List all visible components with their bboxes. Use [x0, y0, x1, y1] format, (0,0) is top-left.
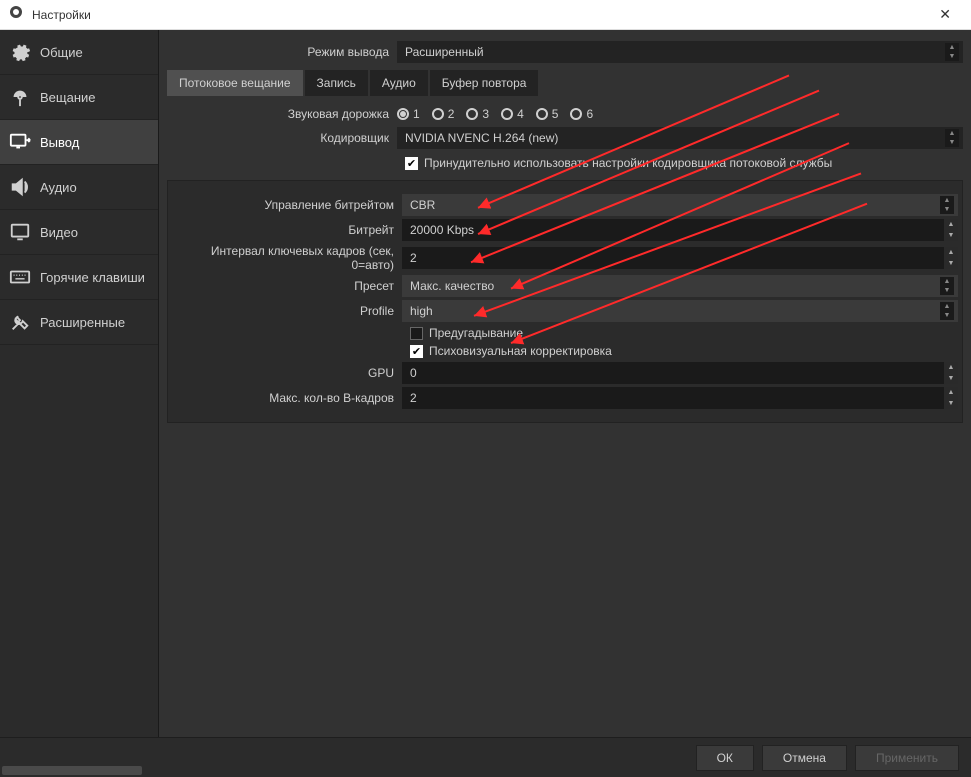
settings-window: Настройки ✕ Общие Вещание Вывод [0, 0, 971, 777]
output-tabs: Потоковое вещание Запись Аудио Буфер пов… [167, 70, 963, 96]
encoder-value: NVIDIA NVENC H.264 (new) [405, 131, 558, 145]
sidebar-item-label: Вещание [40, 90, 96, 105]
bframes-label: Макс. кол-во B-кадров [172, 391, 402, 405]
sidebar-item-general[interactable]: Общие [0, 30, 158, 75]
sidebar-item-label: Горячие клавиши [40, 270, 145, 285]
gear-icon [8, 40, 32, 64]
keyint-value: 2 [410, 251, 417, 265]
sidebar-item-label: Вывод [40, 135, 79, 150]
speaker-icon [8, 175, 32, 199]
chevron-up-icon[interactable]: ▲ [945, 43, 959, 52]
sidebar-item-output[interactable]: Вывод [0, 120, 158, 165]
sidebar-item-hotkeys[interactable]: Горячие клавиши [0, 255, 158, 300]
lookahead-checkbox[interactable] [410, 327, 423, 340]
close-icon[interactable]: ✕ [927, 2, 963, 27]
monitor-icon [8, 220, 32, 244]
chevron-up-icon[interactable]: ▲ [940, 277, 954, 286]
encoder-label: Кодировщик [167, 131, 397, 145]
sidebar-item-label: Общие [40, 45, 83, 60]
lookahead-label: Предугадывание [429, 326, 523, 340]
sidebar-item-label: Расширенные [40, 315, 125, 330]
psycho-label: Психовизуальная корректировка [429, 344, 612, 358]
output-mode-select[interactable]: Расширенный ▲▼ [397, 41, 963, 63]
gpu-label: GPU [172, 366, 402, 380]
cancel-button[interactable]: Отмена [762, 745, 847, 771]
output-mode-value: Расширенный [405, 45, 484, 59]
keyboard-icon [8, 265, 32, 289]
spin-down-icon[interactable]: ▼ [944, 373, 958, 384]
chevron-down-icon[interactable]: ▼ [940, 286, 954, 295]
audio-track-4[interactable]: 4 [501, 107, 524, 121]
tab-recording[interactable]: Запись [305, 70, 368, 96]
content-pane: Режим вывода Расширенный ▲▼ Потоковое ве… [159, 30, 971, 737]
preset-select[interactable]: Макс. качество ▲▼ [402, 275, 958, 297]
spin-down-icon[interactable]: ▼ [944, 258, 958, 269]
sidebar-item-stream[interactable]: Вещание [0, 75, 158, 120]
app-icon [8, 4, 24, 25]
bframes-value: 2 [410, 391, 417, 405]
sidebar: Общие Вещание Вывод Аудио Видео [0, 30, 159, 737]
spin-down-icon[interactable]: ▼ [944, 230, 958, 241]
output-mode-label: Режим вывода [167, 45, 397, 59]
audio-track-6[interactable]: 6 [570, 107, 593, 121]
spin-up-icon[interactable]: ▲ [944, 362, 958, 373]
spin-up-icon[interactable]: ▲ [944, 219, 958, 230]
keyint-label: Интервал ключевых кадров (сек, 0=авто) [172, 244, 402, 272]
audio-track-2[interactable]: 2 [432, 107, 455, 121]
tab-replay-buffer[interactable]: Буфер повтора [430, 70, 539, 96]
chevron-up-icon[interactable]: ▲ [945, 129, 959, 138]
ok-button[interactable]: ОК [696, 745, 754, 771]
enforce-encoder-label: Принудительно использовать настройки код… [424, 156, 832, 170]
enforce-encoder-checkbox[interactable]: ✔ [405, 157, 418, 170]
encoder-select[interactable]: NVIDIA NVENC H.264 (new) ▲▼ [397, 127, 963, 149]
gpu-value: 0 [410, 366, 417, 380]
tab-audio[interactable]: Аудио [370, 70, 428, 96]
audio-track-5[interactable]: 5 [536, 107, 559, 121]
rate-control-value: CBR [410, 198, 435, 212]
chevron-up-icon[interactable]: ▲ [940, 196, 954, 205]
chevron-down-icon[interactable]: ▼ [940, 311, 954, 320]
chevron-down-icon[interactable]: ▼ [945, 138, 959, 147]
sidebar-item-label: Аудио [40, 180, 77, 195]
chevron-up-icon[interactable]: ▲ [940, 302, 954, 311]
profile-select[interactable]: high ▲▼ [402, 300, 958, 322]
sidebar-item-video[interactable]: Видео [0, 210, 158, 255]
encoder-panel: Управление битрейтом CBR ▲▼ Битрейт [167, 180, 963, 423]
preset-label: Пресет [172, 279, 402, 293]
sidebar-item-advanced[interactable]: Расширенные [0, 300, 158, 345]
chevron-down-icon[interactable]: ▼ [945, 52, 959, 61]
profile-value: high [410, 304, 433, 318]
spin-down-icon[interactable]: ▼ [944, 398, 958, 409]
titlebar: Настройки ✕ [0, 0, 971, 30]
audio-track-3[interactable]: 3 [466, 107, 489, 121]
keyint-input[interactable]: 2 ▲▼ [402, 247, 958, 269]
sidebar-item-label: Видео [40, 225, 78, 240]
monitor-out-icon [8, 130, 32, 154]
tab-streaming[interactable]: Потоковое вещание [167, 70, 303, 96]
audio-track-1[interactable]: 1 [397, 107, 420, 121]
profile-label: Profile [172, 304, 402, 318]
gpu-input[interactable]: 0 ▲▼ [402, 362, 958, 384]
bitrate-value: 20000 Kbps [410, 223, 474, 237]
preset-value: Макс. качество [410, 279, 494, 293]
rate-control-select[interactable]: CBR ▲▼ [402, 194, 958, 216]
bitrate-input[interactable]: 20000 Kbps ▲▼ [402, 219, 958, 241]
dialog-footer: ОК Отмена Применить [0, 737, 971, 777]
chevron-down-icon[interactable]: ▼ [940, 205, 954, 214]
spin-up-icon[interactable]: ▲ [944, 387, 958, 398]
bframes-input[interactable]: 2 ▲▼ [402, 387, 958, 409]
bitrate-label: Битрейт [172, 223, 402, 237]
antenna-icon [8, 85, 32, 109]
audio-track-label: Звуковая дорожка [167, 107, 397, 121]
audio-track-radio-group: 1 2 3 4 5 6 [397, 107, 593, 121]
psycho-checkbox[interactable]: ✔ [410, 345, 423, 358]
sidebar-item-audio[interactable]: Аудио [0, 165, 158, 210]
rate-control-label: Управление битрейтом [172, 198, 402, 212]
window-title: Настройки [32, 8, 91, 22]
spin-up-icon[interactable]: ▲ [944, 247, 958, 258]
tools-icon [8, 310, 32, 334]
apply-button[interactable]: Применить [855, 745, 959, 771]
